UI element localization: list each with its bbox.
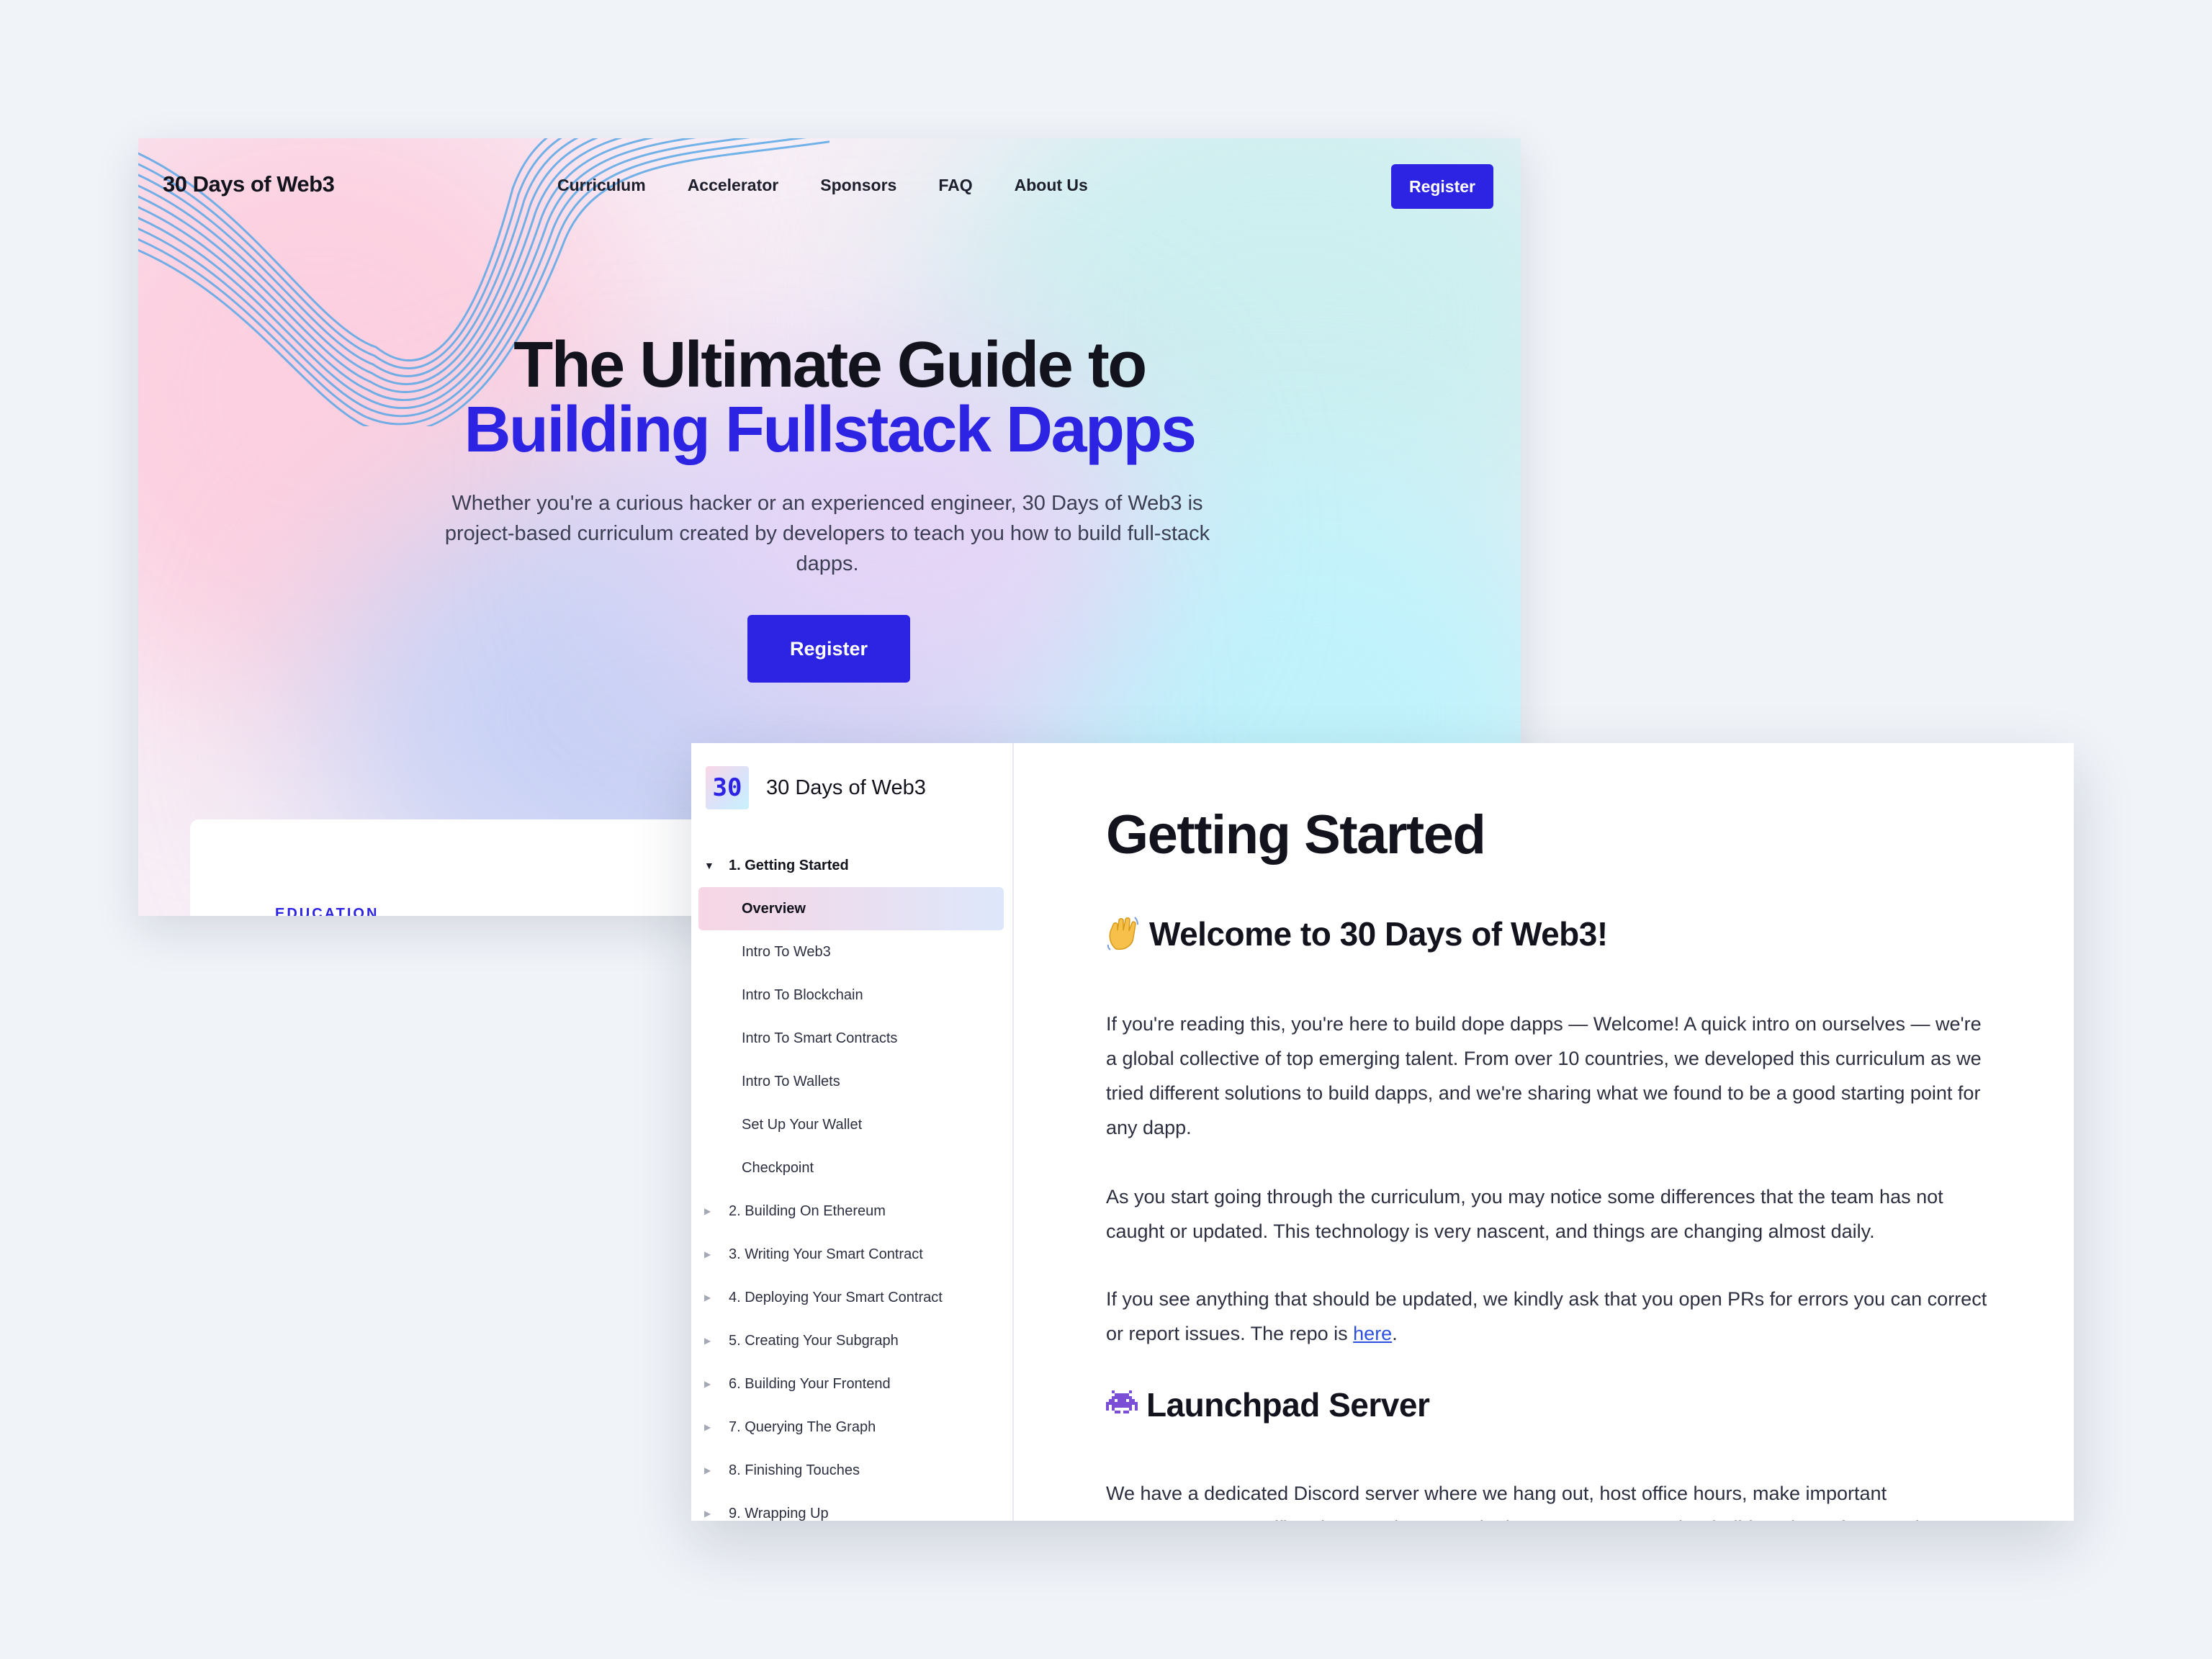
nav-link-about-us[interactable]: About Us	[1015, 176, 1088, 195]
nav-link-faq[interactable]: FAQ	[938, 176, 972, 195]
sidebar-section-querying-the-graph[interactable]: ▶ 7. Querying The Graph	[691, 1406, 1012, 1449]
sidebar-item-intro-to-wallets[interactable]: Intro To Wallets	[698, 1060, 1004, 1103]
site-logo[interactable]: 30 Days of Web3	[163, 171, 335, 197]
hero-subtitle: Whether you're a curious hacker or an ex…	[444, 492, 1210, 575]
sidebar-section-label: 2. Building On Ethereum	[729, 1202, 886, 1219]
caret-down-icon: ▼	[704, 860, 714, 871]
page-title: Getting Started	[1106, 804, 1486, 866]
caret-right-icon: ▶	[704, 1509, 711, 1519]
sidebar-item-checkpoint[interactable]: Checkpoint	[698, 1146, 1004, 1190]
sidebar-item-label: Intro To Web3	[742, 943, 831, 960]
caret-right-icon: ▶	[704, 1249, 711, 1259]
caret-right-icon: ▶	[704, 1336, 711, 1346]
sidebar-section-label: 9. Wrapping Up	[729, 1505, 829, 1521]
hero-register-button[interactable]: Register	[747, 615, 910, 683]
caret-right-icon: ▶	[704, 1465, 711, 1475]
caret-right-icon: ▶	[704, 1422, 711, 1432]
caret-right-icon: ▶	[704, 1206, 711, 1216]
top-navigation: 30 Days of Web3 Curriculum Accelerator S…	[138, 138, 1521, 245]
welcome-heading-text: Welcome to 30 Days of Web3!	[1149, 915, 1608, 953]
sidebar-section-finishing-touches[interactable]: ▶ 8. Finishing Touches	[691, 1449, 1012, 1492]
hero-title-line2: Building Fullstack Dapps	[464, 394, 1197, 466]
docs-logo: 30	[706, 766, 749, 809]
nav-link-accelerator[interactable]: Accelerator	[688, 176, 779, 195]
sidebar-section-label: 7. Querying The Graph	[729, 1419, 876, 1435]
sidebar-section-label: 6. Building Your Frontend	[729, 1375, 891, 1392]
sidebar-item-label: Set Up Your Wallet	[742, 1116, 863, 1133]
sidebar-section-label: 8. Finishing Touches	[729, 1462, 860, 1478]
hero-title: The Ultimate Guide to Building Fullstack…	[138, 333, 1521, 462]
sidebar-item-label: Checkpoint	[742, 1159, 814, 1176]
education-section-label: EDUCATION	[275, 906, 379, 916]
launchpad-heading: Launchpad Server	[1106, 1385, 1430, 1424]
welcome-paragraph-3-text: If you see anything that should be updat…	[1106, 1288, 1987, 1344]
nav-links: Curriculum Accelerator Sponsors FAQ Abou…	[557, 176, 1088, 195]
hero-title-line1: The Ultimate Guide to	[513, 329, 1147, 401]
sidebar-section-building-frontend[interactable]: ▶ 6. Building Your Frontend	[691, 1362, 1012, 1406]
sidebar-section-label: 5. Creating Your Subgraph	[729, 1332, 899, 1349]
sidebar-section-wrapping-up[interactable]: ▶ 9. Wrapping Up	[691, 1492, 1012, 1521]
sidebar-section-getting-started[interactable]: ▼ 1. Getting Started	[691, 844, 1012, 887]
sidebar-item-intro-to-blockchain[interactable]: Intro To Blockchain	[698, 974, 1004, 1017]
launchpad-paragraph: We have a dedicated Discord server where…	[1106, 1483, 1926, 1521]
nav-link-sponsors[interactable]: Sponsors	[820, 176, 896, 195]
alien-monster-icon	[1106, 1390, 1138, 1419]
sidebar-item-intro-to-smart-contracts[interactable]: Intro To Smart Contracts	[698, 1017, 1004, 1060]
docs-brand[interactable]: 30 30 Days of Web3	[706, 766, 926, 809]
docs-sidebar-nav: ▼ 1. Getting Started Overview Intro To W…	[691, 844, 1012, 1521]
docs-window: 30 30 Days of Web3 ▼ 1. Getting Started …	[691, 743, 2074, 1521]
sidebar-item-label: Overview	[742, 900, 806, 917]
nav-link-curriculum[interactable]: Curriculum	[557, 176, 646, 195]
sidebar-section-deploying-smart-contract[interactable]: ▶ 4. Deploying Your Smart Contract	[691, 1276, 1012, 1319]
caret-right-icon: ▶	[704, 1292, 711, 1303]
sidebar-section-creating-subgraph[interactable]: ▶ 5. Creating Your Subgraph	[691, 1319, 1012, 1362]
sidebar-section-building-on-ethereum[interactable]: ▶ 2. Building On Ethereum	[691, 1190, 1012, 1233]
sidebar-section-label: 1. Getting Started	[729, 857, 849, 873]
sidebar-section-label: 4. Deploying Your Smart Contract	[729, 1289, 943, 1305]
waving-hand-icon	[1106, 916, 1141, 952]
sidebar-item-label: Intro To Wallets	[742, 1073, 840, 1089]
welcome-paragraph-3: If you see anything that should be updat…	[1106, 1282, 1992, 1351]
welcome-paragraph-3-end: .	[1392, 1323, 1398, 1344]
sidebar-section-label: 3. Writing Your Smart Contract	[729, 1246, 923, 1262]
welcome-paragraph-1: If you're reading this, you're here to b…	[1106, 1013, 1982, 1138]
launchpad-heading-text: Launchpad Server	[1146, 1386, 1430, 1424]
sidebar-item-label: Intro To Blockchain	[742, 986, 863, 1003]
repo-link[interactable]: here	[1353, 1323, 1392, 1344]
docs-brand-title: 30 Days of Web3	[766, 775, 926, 799]
caret-right-icon: ▶	[704, 1379, 711, 1389]
sidebar-item-overview[interactable]: Overview	[698, 887, 1004, 930]
sidebar-section-writing-smart-contract[interactable]: ▶ 3. Writing Your Smart Contract	[691, 1233, 1012, 1276]
sidebar-item-intro-to-web3[interactable]: Intro To Web3	[698, 930, 1004, 974]
sidebar-item-set-up-your-wallet[interactable]: Set Up Your Wallet	[698, 1103, 1004, 1146]
nav-register-button[interactable]: Register	[1391, 164, 1493, 209]
sidebar-item-label: Intro To Smart Contracts	[742, 1030, 898, 1046]
welcome-paragraph-2: As you start going through the curriculu…	[1106, 1186, 1943, 1242]
docs-sidebar: 30 30 Days of Web3 ▼ 1. Getting Started …	[691, 743, 1014, 1521]
welcome-heading: Welcome to 30 Days of Web3!	[1106, 914, 1608, 953]
